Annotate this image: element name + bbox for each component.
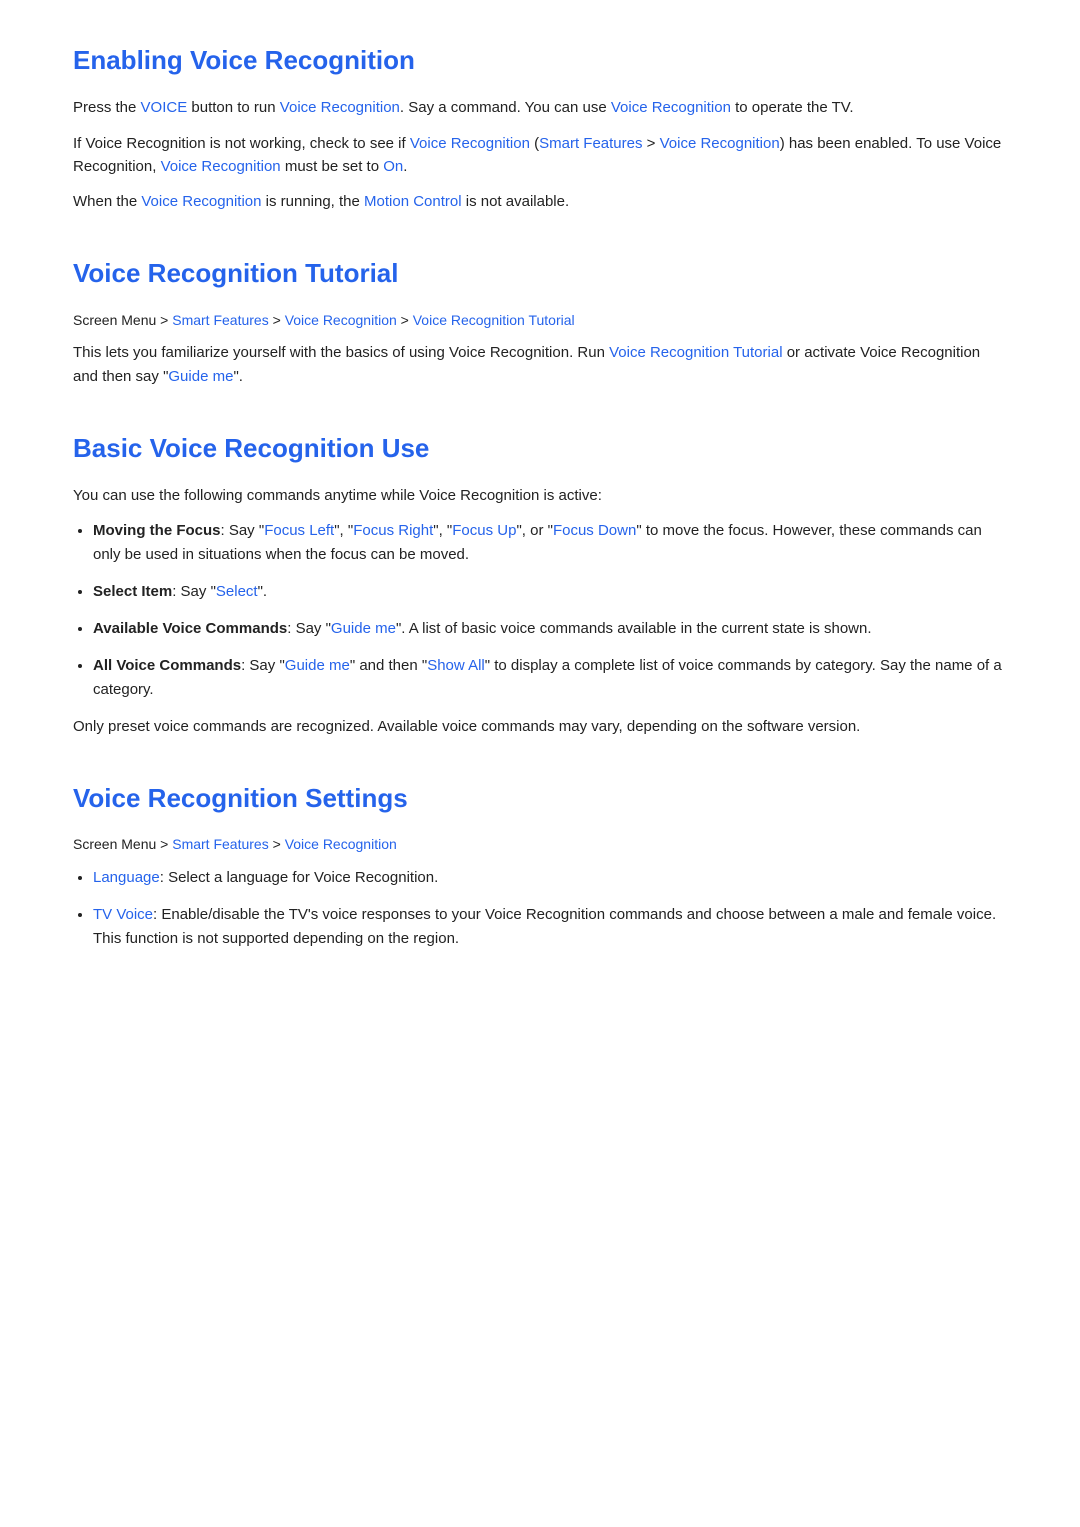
settings-section: Voice Recognition Settings Screen Menu >… bbox=[73, 778, 1007, 950]
list-item-language: Language: Select a language for Voice Re… bbox=[93, 866, 1007, 889]
on-link[interactable]: On bbox=[383, 158, 403, 175]
all-voice-commands-label: All Voice Commands bbox=[93, 657, 241, 674]
smart-features-link-1[interactable]: Smart Features bbox=[539, 135, 642, 152]
basic-title: Basic Voice Recognition Use bbox=[73, 428, 1007, 468]
list-item-available-commands: Available Voice Commands: Say "Guide me"… bbox=[93, 617, 1007, 640]
basic-list: Moving the Focus: Say "Focus Left", "Foc… bbox=[93, 519, 1007, 701]
settings-list: Language: Select a language for Voice Re… bbox=[93, 866, 1007, 950]
voice-recognition-link-1[interactable]: Voice Recognition bbox=[280, 99, 400, 116]
voice-recognition-link-6[interactable]: Voice Recognition bbox=[141, 193, 261, 210]
smart-features-link-3[interactable]: Smart Features bbox=[172, 836, 268, 852]
enabling-para2: If Voice Recognition is not working, che… bbox=[73, 132, 1007, 179]
focus-left-link[interactable]: Focus Left bbox=[264, 522, 334, 539]
list-item-tv-voice: TV Voice: Enable/disable the TV's voice … bbox=[93, 903, 1007, 950]
select-link[interactable]: Select bbox=[216, 583, 258, 600]
voice-recognition-breadcrumb-link[interactable]: Voice Recognition bbox=[285, 312, 397, 328]
voice-recognition-settings-link[interactable]: Voice Recognition bbox=[285, 836, 397, 852]
list-item-all-commands: All Voice Commands: Say "Guide me" and t… bbox=[93, 654, 1007, 701]
select-item-label: Select Item bbox=[93, 583, 172, 600]
enabling-title: Enabling Voice Recognition bbox=[73, 40, 1007, 80]
enabling-section: Enabling Voice Recognition Press the VOI… bbox=[73, 40, 1007, 213]
basic-section: Basic Voice Recognition Use You can use … bbox=[73, 428, 1007, 738]
language-link[interactable]: Language bbox=[93, 869, 160, 886]
guide-me-link-1[interactable]: Guide me bbox=[168, 368, 233, 385]
settings-title: Voice Recognition Settings bbox=[73, 778, 1007, 818]
voice-recognition-tutorial-link-2[interactable]: Voice Recognition Tutorial bbox=[609, 344, 782, 361]
focus-right-link[interactable]: Focus Right bbox=[353, 522, 433, 539]
motion-control-link[interactable]: Motion Control bbox=[364, 193, 462, 210]
list-item-moving-focus: Moving the Focus: Say "Focus Left", "Foc… bbox=[93, 519, 1007, 566]
voice-recognition-link-2[interactable]: Voice Recognition bbox=[611, 99, 731, 116]
basic-intro: You can use the following commands anyti… bbox=[73, 484, 1007, 507]
available-voice-commands-label: Available Voice Commands bbox=[93, 620, 287, 637]
smart-features-link-2[interactable]: Smart Features bbox=[172, 312, 268, 328]
enabling-para3: When the Voice Recognition is running, t… bbox=[73, 190, 1007, 213]
settings-breadcrumb: Screen Menu > Smart Features > Voice Rec… bbox=[73, 834, 1007, 856]
list-item-select: Select Item: Say "Select". bbox=[93, 580, 1007, 603]
moving-focus-label: Moving the Focus bbox=[93, 522, 221, 539]
tv-voice-link[interactable]: TV Voice bbox=[93, 906, 153, 923]
voice-recognition-link-4[interactable]: Voice Recognition bbox=[660, 135, 780, 152]
voice-recognition-link-5[interactable]: Voice Recognition bbox=[161, 158, 281, 175]
voice-recognition-link-3[interactable]: Voice Recognition bbox=[410, 135, 530, 152]
tutorial-title: Voice Recognition Tutorial bbox=[73, 253, 1007, 293]
guide-me-link-2[interactable]: Guide me bbox=[331, 620, 396, 637]
show-all-link[interactable]: Show All bbox=[427, 657, 485, 674]
focus-down-link[interactable]: Focus Down bbox=[553, 522, 636, 539]
enabling-para1: Press the VOICE button to run Voice Reco… bbox=[73, 96, 1007, 119]
tutorial-breadcrumb: Screen Menu > Smart Features > Voice Rec… bbox=[73, 310, 1007, 332]
voice-link[interactable]: VOICE bbox=[141, 99, 188, 116]
focus-up-link[interactable]: Focus Up bbox=[452, 522, 516, 539]
voice-recognition-tutorial-link-1[interactable]: Voice Recognition Tutorial bbox=[413, 312, 575, 328]
tutorial-section: Voice Recognition Tutorial Screen Menu >… bbox=[73, 253, 1007, 387]
basic-footer: Only preset voice commands are recognize… bbox=[73, 715, 1007, 738]
guide-me-link-3[interactable]: Guide me bbox=[285, 657, 350, 674]
tutorial-para: This lets you familiarize yourself with … bbox=[73, 341, 1007, 388]
